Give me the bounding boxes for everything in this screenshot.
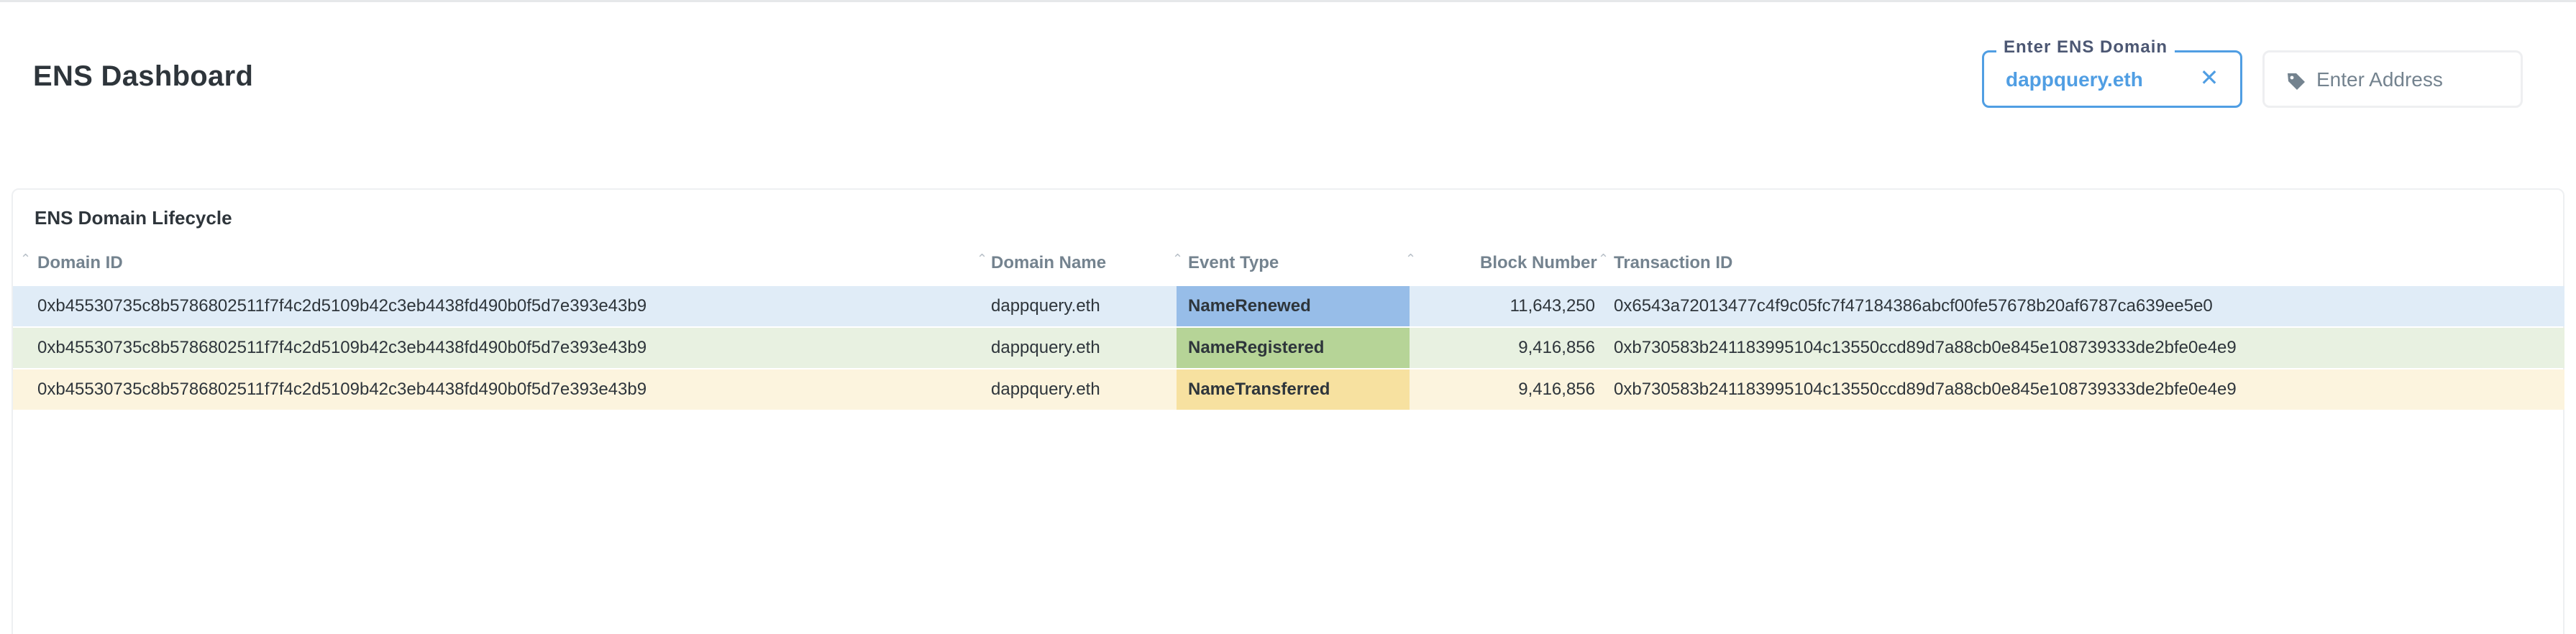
address-placeholder: Enter Address (2316, 68, 2443, 91)
block-number-cell: 9,416,856 (1518, 380, 1595, 399)
chevron-up-icon[interactable]: ⌃ (1598, 252, 1609, 267)
ens-domain-label: Enter ENS Domain (1996, 37, 2175, 58)
transaction-id-cell: 0xb730583b241183995104c13550ccd89d7a88cb… (1614, 338, 2237, 357)
card-title: ENS Domain Lifecycle (35, 207, 232, 229)
block-number-cell: 11,643,250 (1509, 296, 1595, 316)
chevron-up-icon[interactable]: ⌃ (1405, 252, 1416, 267)
page-title: ENS Dashboard (33, 60, 254, 92)
transaction-id-cell: 0x6543a72013477c4f9c05fc7f47184386abcf00… (1614, 296, 2213, 316)
ens-domain-filter[interactable]: dappquery.eth ✕ (1982, 50, 2242, 108)
chevron-up-icon[interactable]: ⌃ (977, 252, 987, 267)
ens-domain-value[interactable]: dappquery.eth (2006, 68, 2143, 91)
domain-name-cell: dappquery.eth (991, 296, 1100, 316)
event-type-cell: NameRenewed (1177, 286, 1410, 326)
tag-icon (2288, 73, 2305, 90)
dashboard-header: ENS Dashboard dappquery.eth ✕ Enter ENS … (0, 0, 2576, 158)
event-type-cell: NameTransferred (1177, 369, 1410, 410)
chevron-up-icon[interactable]: ⌃ (1172, 252, 1183, 267)
domain-name-cell: dappquery.eth (991, 338, 1100, 357)
column-header-domain-name[interactable]: Domain Name (991, 253, 1106, 273)
table-row[interactable]: 0xb45530735c8b5786802511f7f4c2d5109b42c3… (13, 328, 2564, 368)
domain-id-cell: 0xb45530735c8b5786802511f7f4c2d5109b42c3… (37, 380, 647, 399)
domain-id-cell: 0xb45530735c8b5786802511f7f4c2d5109b42c3… (37, 296, 647, 316)
column-header-domain-id[interactable]: Domain ID (37, 253, 123, 273)
close-icon[interactable]: ✕ (2197, 65, 2221, 90)
column-header-event-type[interactable]: Event Type (1188, 253, 1279, 273)
block-number-cell: 9,416,856 (1518, 338, 1595, 357)
domain-name-cell: dappquery.eth (991, 380, 1100, 399)
address-filter[interactable]: Enter Address (2262, 50, 2523, 108)
column-header-block-number[interactable]: Block Number (1480, 253, 1597, 273)
column-header-transaction-id[interactable]: Transaction ID (1614, 253, 1732, 273)
transaction-id-cell: 0xb730583b241183995104c13550ccd89d7a88cb… (1614, 380, 2237, 399)
ens-domain-lifecycle-card: ENS Domain Lifecycle ⌃ Domain ID ⌃ Domai… (12, 188, 2564, 634)
chevron-up-icon[interactable]: ⌃ (20, 252, 31, 267)
table-row[interactable]: 0xb45530735c8b5786802511f7f4c2d5109b42c3… (13, 369, 2564, 410)
domain-id-cell: 0xb45530735c8b5786802511f7f4c2d5109b42c3… (37, 338, 647, 357)
table-row[interactable]: 0xb45530735c8b5786802511f7f4c2d5109b42c3… (13, 286, 2564, 326)
event-type-cell: NameRegistered (1177, 328, 1410, 368)
